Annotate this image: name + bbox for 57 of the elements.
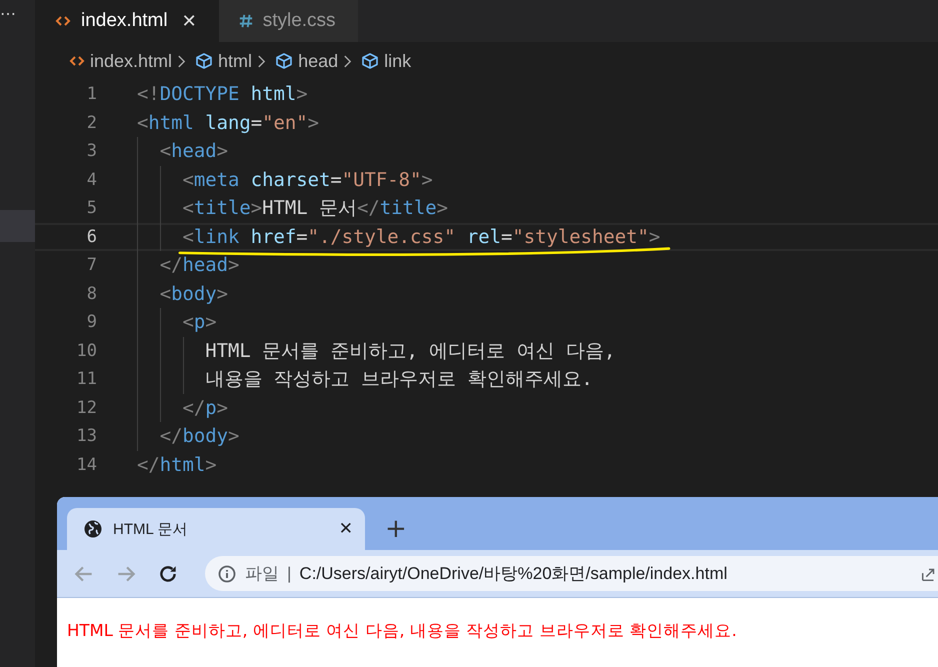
line-number: 14 <box>76 454 97 475</box>
browser-tab-title: HTML 문서 <box>113 520 188 538</box>
code-line: </head> <box>160 253 240 278</box>
close-icon[interactable]: ✕ <box>338 519 353 539</box>
scheme-label: 파일 <box>245 563 279 585</box>
chevron-icon <box>343 54 352 68</box>
cube-icon <box>275 52 294 70</box>
editor-tab[interactable]: index.html ✕ <box>35 0 219 42</box>
code-line: <meta charset="UTF-8"> <box>182 168 433 193</box>
line-number: 9 <box>86 312 97 332</box>
code-line: </body> <box>160 424 240 450</box>
line-number: 7 <box>86 255 97 276</box>
more-icon[interactable]: ⋯ <box>0 6 16 22</box>
new-tab-button[interactable]: + <box>385 516 407 542</box>
breadcrumb-item[interactable]: index.html <box>90 50 172 72</box>
tab-label: style.css <box>262 10 336 32</box>
sidebar-selection <box>0 210 35 242</box>
line-number: 2 <box>86 112 97 133</box>
line-number: 3 <box>86 141 97 162</box>
code-line: <link href="./style.css" rel="stylesheet"> <box>182 224 660 250</box>
line-number: 12 <box>76 398 97 418</box>
breadcrumb-item[interactable]: html <box>218 50 252 72</box>
line-number: 6 <box>86 226 97 247</box>
line-number: 10 <box>76 340 97 361</box>
code-line: <head> <box>160 139 228 164</box>
hash-icon <box>238 14 253 28</box>
code-line: <body> <box>160 282 228 307</box>
cube-icon <box>195 52 214 70</box>
line-number: 5 <box>86 198 97 218</box>
url-text: C:/Users/airyt/OneDrive/바탕%20화면/sample/index.html <box>299 563 728 585</box>
line-number: 8 <box>86 284 97 304</box>
breadcrumb-item[interactable]: link <box>384 50 412 72</box>
address-bar[interactable]: 파일 | C:/Users/airyt/OneDrive/바탕%20화면/sample/index.html <box>205 556 938 591</box>
separator: | <box>287 564 292 584</box>
globe-icon <box>83 519 103 539</box>
code-line: </html> <box>137 452 217 478</box>
close-icon[interactable]: ✕ <box>182 10 197 32</box>
breadcrumb-item[interactable]: head <box>298 50 338 72</box>
code-line: </p> <box>182 396 228 421</box>
code-line: 내용을 작성하고 브라우저로 확인해주세요. <box>205 367 593 392</box>
chevron-icon <box>257 54 266 68</box>
cube-icon <box>361 52 380 70</box>
code-line: HTML 문서를 준비하고, 에디터로 여신 다음, <box>205 338 616 364</box>
code-line: <p> <box>182 310 217 336</box>
chevron-icon <box>177 54 186 68</box>
line-number: 1 <box>86 84 97 104</box>
info-icon <box>217 564 237 584</box>
code-line: <title>HTML 문서</title> <box>182 196 448 222</box>
line-number: 13 <box>76 426 97 446</box>
page-paragraph: HTML 문서를 준비하고, 에디터로 여신 다음, 내용을 작성하고 브라우저로 확인해주세요. <box>67 620 738 642</box>
code-line: <!DOCTYPE html> <box>137 82 308 108</box>
tab-label: index.html <box>81 10 168 32</box>
line-number: 4 <box>86 170 97 190</box>
line-number: 11 <box>76 369 97 390</box>
editor-tab[interactable]: style.css <box>218 0 358 42</box>
browser-tab[interactable]: HTML 문서 ✕ <box>67 508 365 550</box>
code-line: <html lang="en"> <box>137 110 319 136</box>
